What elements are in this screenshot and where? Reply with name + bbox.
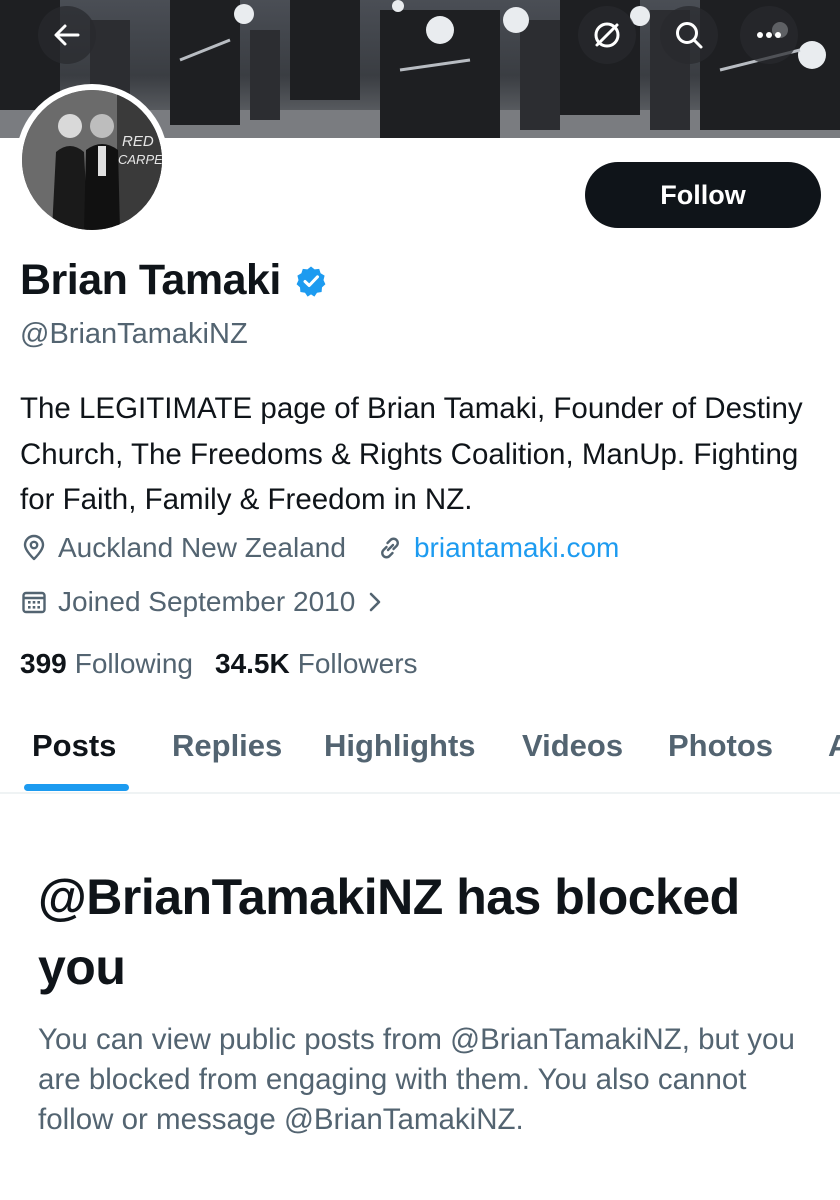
following-link[interactable]: 399 Following [20,648,193,680]
calendar-icon [20,588,48,616]
svg-text:RED: RED [122,133,154,150]
profile-location: Auckland New Zealand [58,532,346,563]
grok-icon [594,22,620,48]
avatar[interactable]: RED CARPET [16,84,168,236]
profile-joined-date: Joined September 2010 [58,586,356,617]
following-count: 399 [20,648,67,679]
back-button[interactable] [38,6,96,64]
profile-name: Brian Tamaki [20,256,281,304]
follow-button[interactable]: Follow [585,162,821,228]
profile-website-link[interactable]: briantamaki.com [414,532,619,564]
tab-posts[interactable]: Posts [32,728,116,764]
followers-link[interactable]: 34.5K Followers [215,648,418,680]
blocked-title: @BrianTamakiNZ has blocked you [38,869,740,995]
tab-articles-partial[interactable]: A [828,728,840,764]
link-icon [376,534,404,562]
profile-counts: 399 Following 34.5K Followers [20,648,440,680]
avatar-photo: RED CARPET [22,90,162,230]
following-label: Following [74,648,193,679]
tab-highlights[interactable]: Highlights [324,728,476,764]
tab-videos[interactable]: Videos [522,728,623,764]
location-pin-icon [20,534,48,562]
tab-photos[interactable]: Photos [668,728,773,764]
followers-count: 34.5K [215,648,290,679]
chevron-right-icon [365,588,385,616]
profile-meta-location-website: Auckland New Zealand briantamaki.com [20,532,619,564]
profile-tabs: Posts Replies Highlights Videos Photos A [0,700,840,794]
followers-label: Followers [297,648,418,679]
profile-name-row: Brian Tamaki [20,256,327,305]
active-tab-indicator [24,784,129,791]
profile-bio: The LEGITIMATE page of Brian Tamaki, Fou… [20,392,803,516]
tab-replies[interactable]: Replies [172,728,282,764]
verified-badge-icon[interactable] [295,265,327,297]
more-icon [757,32,781,38]
avatar-people-image: RED CARPET [22,90,162,230]
back-arrow-icon [54,24,80,46]
search-button[interactable] [660,6,718,64]
svg-text:CARPET: CARPET [118,152,162,167]
grok-button[interactable] [578,6,636,64]
search-icon [676,22,703,49]
profile-handle: @BrianTamakiNZ [20,318,248,350]
blocked-description: You can view public posts from @BrianTam… [38,1023,795,1136]
more-button[interactable] [740,6,798,64]
profile-joined-row[interactable]: Joined September 2010 [20,586,395,618]
